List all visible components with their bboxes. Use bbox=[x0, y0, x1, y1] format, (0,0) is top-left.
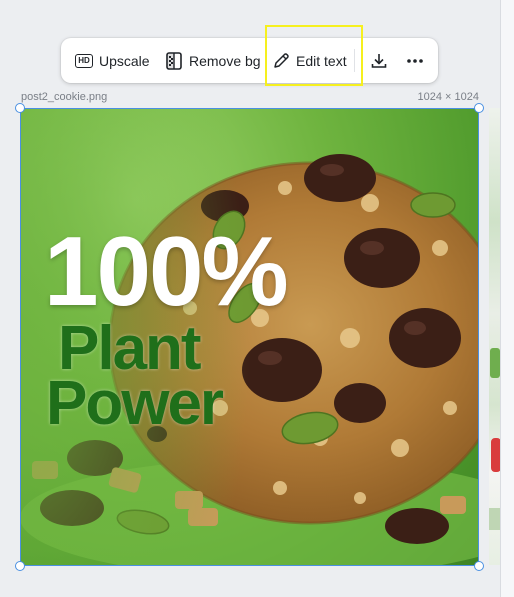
file-name: post2_cookie.png bbox=[21, 91, 108, 103]
resize-handle-bottom-right[interactable] bbox=[474, 561, 484, 571]
adjacent-image-thumbnail[interactable] bbox=[489, 108, 500, 565]
more-options-button[interactable] bbox=[406, 38, 424, 83]
upscale-label: Upscale bbox=[99, 52, 150, 69]
headline-power: Power bbox=[46, 369, 224, 438]
upscale-button[interactable]: HD Upscale bbox=[75, 38, 150, 83]
remove-bg-label: Remove bg bbox=[189, 52, 261, 69]
edit-text-button[interactable]: Edit text bbox=[272, 38, 347, 83]
more-icon bbox=[406, 52, 424, 70]
edit-text-label: Edit text bbox=[296, 52, 347, 69]
image-toolbar: HD Upscale Remove bg Edit text bbox=[61, 38, 438, 83]
resize-handle-bottom-left[interactable] bbox=[15, 561, 25, 571]
download-button[interactable] bbox=[370, 38, 388, 83]
download-icon bbox=[370, 52, 388, 70]
hd-icon: HD bbox=[75, 53, 93, 68]
headline-percentage: 100% bbox=[44, 216, 289, 326]
right-scroll-rail[interactable] bbox=[500, 0, 514, 597]
selected-image[interactable]: 100% Plant Power bbox=[20, 108, 479, 566]
resize-handle-top-left[interactable] bbox=[15, 103, 25, 113]
toolbar-divider bbox=[354, 49, 355, 72]
image-dimensions: 1024 × 1024 bbox=[417, 91, 479, 103]
remove-background-icon bbox=[165, 51, 183, 70]
remove-bg-button[interactable]: Remove bg bbox=[165, 38, 261, 83]
pencil-icon bbox=[272, 52, 290, 70]
resize-handle-top-right[interactable] bbox=[474, 103, 484, 113]
